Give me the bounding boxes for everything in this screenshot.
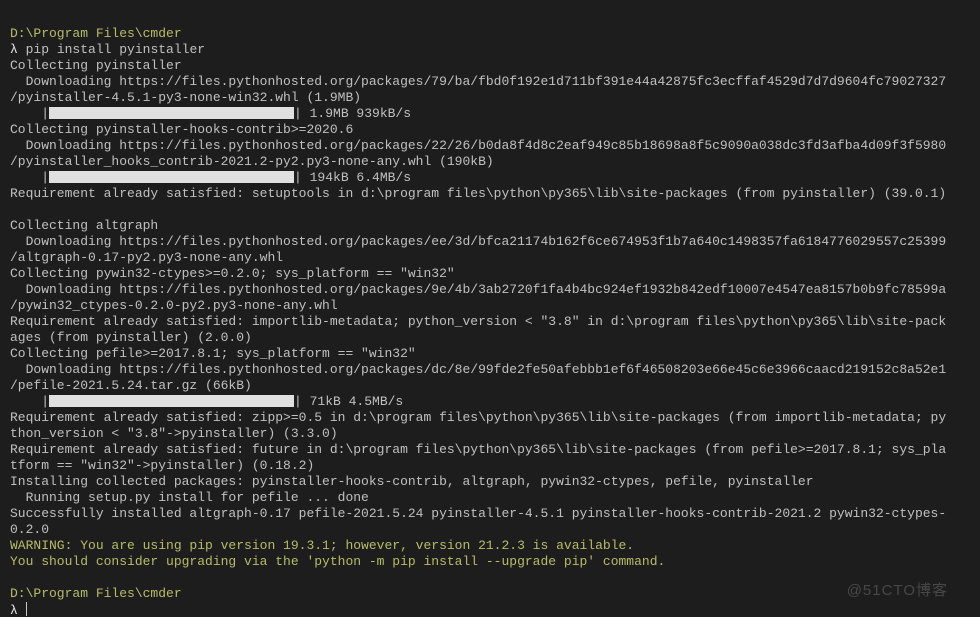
output-line: tform == "win32"->pyinstaller) (0.18.2) <box>10 458 314 473</box>
output-line: /pywin32_ctypes-0.2.0-py2.py3-none-any.w… <box>10 298 338 313</box>
output-line: | 1.9MB 939kB/s <box>294 106 411 121</box>
progress-bar <box>49 395 294 407</box>
output-line: Requirement already satisfied: setuptool… <box>10 186 946 201</box>
output-line: /pyinstaller_hooks_contrib-2021.2-py2.py… <box>10 154 494 169</box>
output-line: Downloading https://files.pythonhosted.o… <box>10 74 946 89</box>
output-line: /pefile-2021.5.24.tar.gz (66kB) <box>10 378 252 393</box>
output-line: Successfully installed altgraph-0.17 pef… <box>10 506 946 521</box>
output-line: | 194kB 6.4MB/s <box>294 170 411 185</box>
output-line: /altgraph-0.17-py2.py3-none-any.whl <box>10 250 283 265</box>
output-line: Downloading https://files.pythonhosted.o… <box>10 282 946 297</box>
output-line: | 71kB 4.5MB/s <box>294 394 403 409</box>
watermark-text: @51CTO博客 <box>847 583 948 599</box>
output-line: | <box>10 394 49 409</box>
warning-line: You should consider upgrading via the 'p… <box>10 554 665 569</box>
prompt-cwd: D:\Program Files\cmder <box>10 26 182 41</box>
prompt-symbol: λ <box>10 603 18 617</box>
output-line: thon_version < "3.8"->pyinstaller) (3.3.… <box>10 426 338 441</box>
output-line: Installing collected packages: pyinstall… <box>10 474 814 489</box>
prompt-symbol: λ <box>10 42 18 57</box>
output-line: Collecting pyinstaller <box>10 58 182 73</box>
terminal-output[interactable]: D:\Program Files\cmder λ pip install pyi… <box>0 0 960 607</box>
output-line: Downloading https://files.pythonhosted.o… <box>10 234 946 249</box>
output-line: Collecting pefile>=2017.8.1; sys_platfor… <box>10 346 416 361</box>
output-line: Running setup.py install for pefile ... … <box>10 490 369 505</box>
output-line: Collecting pyinstaller-hooks-contrib>=20… <box>10 122 353 137</box>
output-line: Requirement already satisfied: importlib… <box>10 314 946 329</box>
output-line: /pyinstaller-4.5.1-py3-none-win32.whl (1… <box>10 90 361 105</box>
progress-bar <box>49 107 294 119</box>
output-line: Downloading https://files.pythonhosted.o… <box>10 362 946 377</box>
output-line: 0.2.0 <box>10 522 49 537</box>
command-text: pip install pyinstaller <box>26 42 205 57</box>
output-line: Collecting altgraph <box>10 218 158 233</box>
output-line: Downloading https://files.pythonhosted.o… <box>10 138 946 153</box>
warning-line: WARNING: You are using pip version 19.3.… <box>10 538 634 553</box>
prompt-cwd: D:\Program Files\cmder <box>10 586 182 601</box>
output-line: | <box>10 170 49 185</box>
output-line: Collecting pywin32-ctypes>=0.2.0; sys_pl… <box>10 266 455 281</box>
progress-bar <box>49 171 294 183</box>
output-line: Requirement already satisfied: zipp>=0.5… <box>10 410 946 425</box>
output-line: Requirement already satisfied: future in… <box>10 442 946 457</box>
cursor <box>26 602 27 616</box>
output-line: | <box>10 106 49 121</box>
output-line: ages (from pyinstaller) (2.0.0) <box>10 330 252 345</box>
